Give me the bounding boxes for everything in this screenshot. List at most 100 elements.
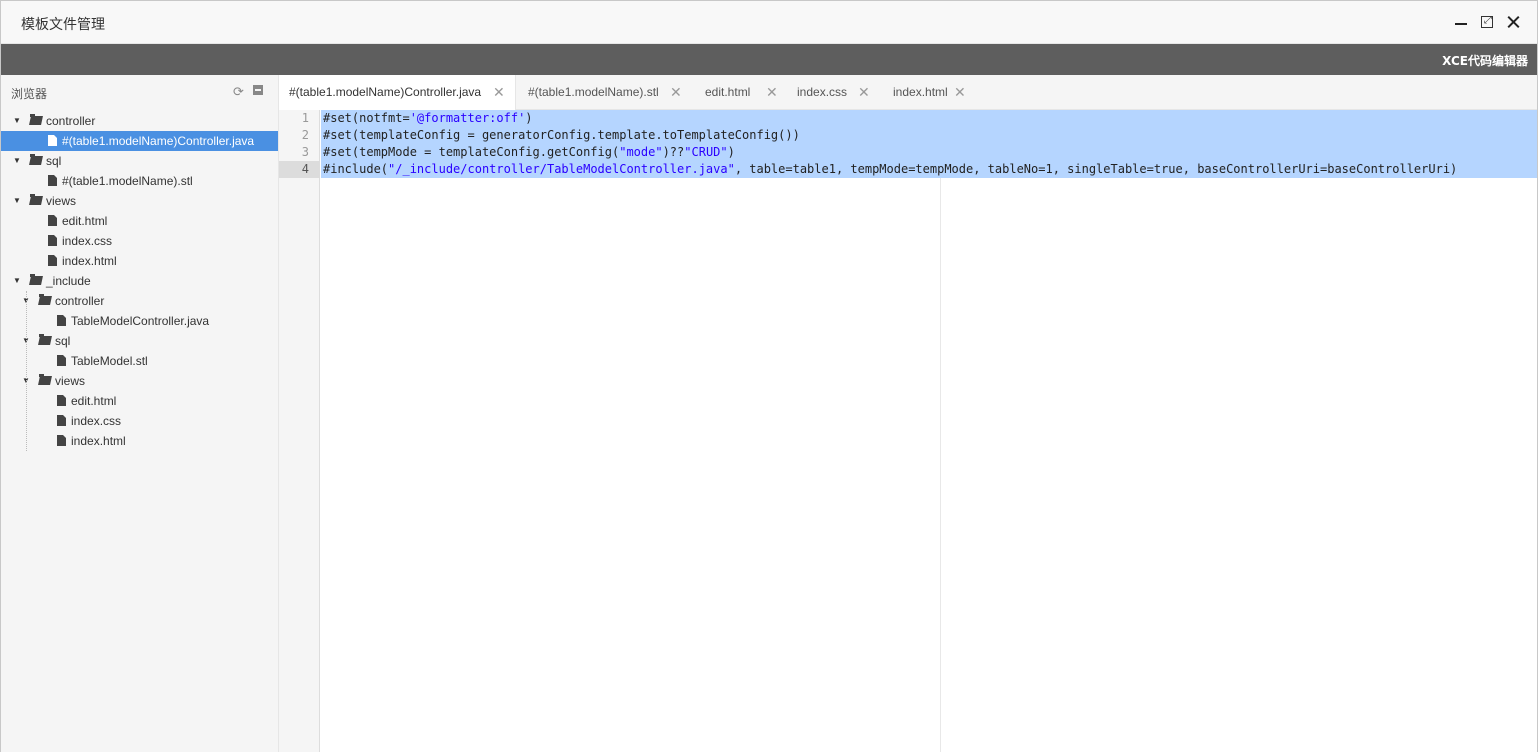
code-editor: #(table1.modelName)Controller.java ✕ #(tab… [279,75,1537,752]
file-icon [57,395,66,406]
tree-file[interactable]: TableModelController.java [1,311,278,331]
tab-close-icon[interactable]: ✕ [954,75,966,109]
tree-label: TableModel.stl [71,354,148,368]
editor-tab[interactable]: #(table1.modelName).stl ✕ [518,75,693,110]
print-margin [940,110,941,752]
template-file-manager-window: 模板文件管理 ⤢ XCE代码编辑器 浏览器 ⟳ ▼ controller #(tab… [0,0,1538,752]
maximize-icon[interactable]: ⤢ [1479,14,1495,30]
window-title: 模板文件管理 [21,17,105,33]
tree-label: sql [46,154,62,168]
tree-file[interactable]: index.html [1,251,278,271]
tree-label: edit.html [71,394,117,408]
file-icon [57,435,66,446]
tree-label: index.html [62,254,117,268]
folder-open-icon [29,274,43,285]
code-token: , table=table1, tempMode=tempMode, table… [734,162,1458,176]
editor-tab[interactable]: #(table1.modelName)Controller.java ✕ [279,75,516,111]
tree-label: views [55,374,86,388]
tree-label: edit.html [62,214,108,228]
caret-down-icon[interactable]: ▼ [13,111,23,131]
tab-label: #(table1.modelName)Controller.java [289,85,482,99]
code-token: #set(tempMode = templateConfig.getConfig… [323,145,620,159]
tree-label: sql [55,334,71,348]
code-line[interactable]: #set(tempMode = templateConfig.getConfig… [321,144,1537,161]
file-icon [57,315,66,326]
folder-open-icon [38,334,52,345]
code-string: "/_include/controller/TableModelControll… [388,162,735,176]
tree-file[interactable]: edit.html [1,391,278,411]
caret-down-icon[interactable]: ▼ [22,291,32,311]
tree-folder[interactable]: ▼ controller [1,111,278,131]
tree-label: index.html [71,434,126,448]
tab-close-icon[interactable]: ✕ [670,75,682,109]
tab-close-icon[interactable]: ✕ [858,75,870,109]
tab-label: index.html [893,85,948,99]
sidebar-title: 浏览器 [11,87,48,101]
code-token: )?? [662,145,685,159]
code-line[interactable]: #set(notfmt='@formatter:off') [321,110,1537,127]
editor-tab[interactable]: edit.html ✕ [695,75,789,110]
code-line[interactable]: #include("/_include/controller/TableMode… [321,161,1537,178]
tab-close-icon[interactable]: ✕ [493,75,505,109]
tree-label: #(table1.modelName)Controller.java [62,134,255,148]
caret-down-icon[interactable]: ▼ [22,331,32,351]
tree-folder[interactable]: ▼ views [1,191,278,211]
tree-guide [26,291,27,451]
editor-tab[interactable]: index.css ✕ [787,75,881,110]
tree-file[interactable]: index.html [1,431,278,451]
tree-label: controller [46,114,96,128]
folder-open-icon [29,114,43,125]
code-area[interactable]: 1234 #set(notfmt='@formatter:off') #set(t… [279,110,1537,752]
tab-label: index.css [797,85,848,99]
code-line[interactable]: #set(templateConfig = generatorConfig.te… [321,127,1537,144]
tree-folder[interactable]: ▼ controller [1,291,278,311]
file-icon [48,215,57,226]
code-token: ) [727,145,735,159]
caret-down-icon[interactable]: ▼ [13,151,23,171]
editor-brand: XCE代码编辑器 [1442,54,1528,68]
editor-tabs: #(table1.modelName)Controller.java ✕ #(tab… [279,75,1537,111]
editor-tab[interactable]: index.html ✕ [883,75,977,110]
line-number: 4 [279,161,320,178]
code-content[interactable]: #set(notfmt='@formatter:off') #set(templa… [321,110,1537,178]
tree-folder[interactable]: ▼ _include [1,271,278,291]
tree-file[interactable]: index.css [1,231,278,251]
code-token: ) [525,111,533,125]
file-icon [48,255,57,266]
close-icon[interactable] [1505,14,1521,30]
tree-label: TableModelController.java [71,314,210,328]
code-string: "mode" [619,145,663,159]
tree-label: controller [55,294,105,308]
file-icon [48,135,57,146]
caret-down-icon[interactable]: ▼ [13,271,23,291]
tab-close-icon[interactable]: ✕ [766,75,778,109]
code-string: "CRUD" [684,145,728,159]
tree-file[interactable]: TableModel.stl [1,351,278,371]
tree-folder[interactable]: ▼ views [1,371,278,391]
tree-label: index.css [71,414,122,428]
line-number: 2 [301,128,309,142]
tree-folder[interactable]: ▼ sql [1,331,278,351]
tree-file[interactable]: index.css [1,411,278,431]
code-token: #set(notfmt= [323,111,410,125]
minimize-icon[interactable] [1453,14,1469,30]
tree-file[interactable]: edit.html [1,211,278,231]
code-string: '@formatter:off' [409,111,526,125]
title-bar: 模板文件管理 ⤢ [1,1,1537,44]
tree-file[interactable]: #(table1.modelName).stl [1,171,278,191]
file-icon [57,355,66,366]
caret-down-icon[interactable]: ▼ [13,191,23,211]
code-token: #set(templateConfig = generatorConfig.te… [323,128,800,142]
tab-label: #(table1.modelName).stl [528,85,659,99]
tree-file[interactable]: #(table1.modelName)Controller.java [1,131,278,151]
line-number: 3 [301,145,309,159]
tree-label: views [46,194,77,208]
tree-label: _include [46,274,91,288]
folder-open-icon [29,154,43,165]
code-token: #include( [323,162,389,176]
refresh-icon[interactable]: ⟳ [233,84,244,100]
collapse-icon[interactable] [253,85,263,95]
caret-down-icon[interactable]: ▼ [22,371,32,391]
folder-open-icon [38,374,52,385]
tree-folder[interactable]: ▼ sql [1,151,278,171]
